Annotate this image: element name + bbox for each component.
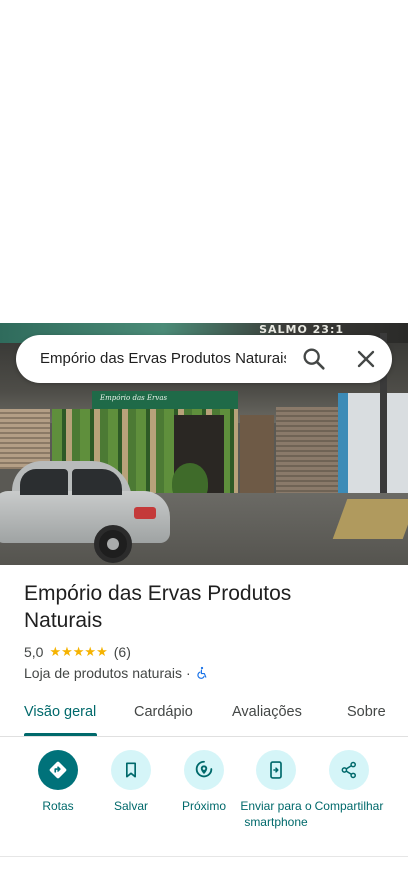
- search-input[interactable]: [40, 349, 286, 369]
- separator: ·: [186, 665, 191, 681]
- nearby-icon: [195, 760, 213, 778]
- nearby-label: Próximo: [181, 799, 226, 813]
- share-label: Compartilhar: [314, 799, 384, 813]
- save-label: Salvar: [113, 799, 148, 813]
- place-title: Empório das Ervas Produtos Naturais: [24, 582, 292, 632]
- share-button[interactable]: Compartilhar: [311, 750, 387, 814]
- star-rating-icon: ★★★★★: [49, 644, 108, 659]
- rolling-shutter: [276, 407, 338, 503]
- awning-text: Empório das Ervas: [100, 394, 168, 402]
- directions-label: Rotas: [42, 799, 74, 813]
- close-icon: [357, 350, 375, 368]
- search-button[interactable]: [300, 345, 328, 373]
- directions-button[interactable]: Rotas: [20, 750, 96, 814]
- place-category[interactable]: Loja de produtos naturais: [24, 665, 182, 681]
- save-button[interactable]: Salvar: [93, 750, 169, 814]
- parked-car: [0, 459, 172, 563]
- active-tab-indicator: [24, 733, 97, 736]
- review-count: (6): [113, 644, 131, 660]
- tab-menu[interactable]: Cardápio: [134, 704, 193, 720]
- place-tabs: Visão geral Cardápio Avaliações Sobre: [0, 696, 408, 737]
- rating-value: 5,0: [24, 644, 44, 660]
- send-to-phone-label: Enviar para o smartphone: [240, 799, 312, 829]
- directions-icon: [49, 761, 67, 779]
- search-icon: [303, 348, 325, 370]
- category-row: Loja de produtos naturais ·: [24, 664, 209, 682]
- search-bar: [16, 335, 392, 383]
- tab-about[interactable]: Sobre: [347, 704, 386, 720]
- blank-area: [0, 0, 408, 323]
- tab-overview[interactable]: Visão geral: [24, 704, 96, 720]
- tab-reviews[interactable]: Avaliações: [232, 704, 302, 720]
- wheelchair-accessible-icon: [197, 666, 207, 679]
- send-to-phone-button[interactable]: Enviar para o smartphone: [238, 750, 314, 830]
- bookmark-icon: [126, 762, 136, 778]
- rating-row[interactable]: 5,0 ★★★★★ (6): [24, 643, 131, 661]
- send-to-phone-icon: [270, 761, 282, 779]
- share-icon: [341, 761, 356, 779]
- nearby-button[interactable]: Próximo: [166, 750, 242, 814]
- divider: [0, 856, 408, 857]
- clear-search-button[interactable]: [352, 345, 380, 373]
